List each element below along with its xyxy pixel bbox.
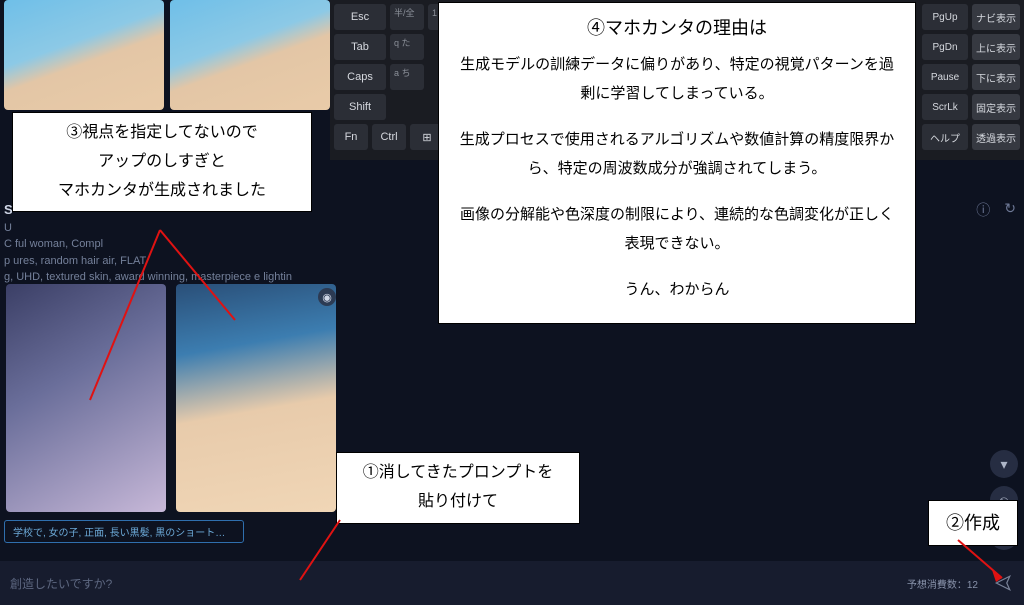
visibility-icon[interactable]: ◉ xyxy=(318,288,336,306)
anno1-line: 貼り付けて xyxy=(349,488,567,517)
prompt-input[interactable]: 創造したいですか? xyxy=(10,575,899,592)
anno3-line: ③視点を指定してないので xyxy=(25,119,299,148)
key-tab[interactable]: Tab xyxy=(334,34,386,60)
send-button[interactable] xyxy=(992,572,1014,594)
key-pgup[interactable]: PgUp xyxy=(922,4,968,30)
annotation-4: ④マホカンタの理由は 生成モデルの訓練データに偏りがあり、特定の視覚パターンを過… xyxy=(438,2,916,324)
key-esc[interactable]: Esc xyxy=(334,4,386,30)
key-ctrl[interactable]: Ctrl xyxy=(372,124,406,150)
key-scrlk[interactable]: ScrLk xyxy=(922,94,968,120)
anno1-line: ①消してきたプロンプトを xyxy=(349,459,567,488)
key-top[interactable]: 上に表示 xyxy=(972,34,1020,60)
result-thumbnail[interactable] xyxy=(176,284,336,512)
key-help[interactable]: ヘルプ xyxy=(922,124,968,150)
key-fix[interactable]: 固定表示 xyxy=(972,94,1020,120)
anno3-line: マホカンタが生成されました xyxy=(25,177,299,206)
key-pgdn[interactable]: PgDn xyxy=(922,34,968,60)
key-hankaku[interactable]: 半/全 xyxy=(390,4,424,30)
reload-icon[interactable]: ↻ xyxy=(1004,200,1016,220)
anno4-title: ④マホカンタの理由は xyxy=(457,11,897,45)
anno4-para: 生成プロセスで使用されるアルゴリズムや数値計算の精度限界から、特定の周波数成分が… xyxy=(457,126,897,183)
anno4-para: うん、わからん xyxy=(457,276,897,305)
key-navi[interactable]: ナビ表示 xyxy=(972,4,1020,30)
result-thumbnail[interactable] xyxy=(6,284,166,512)
cost-label: 予想消費数：12 xyxy=(907,576,978,591)
toolbar-icons: ⓘ ↻ xyxy=(976,200,1016,220)
keyboard-side-column: PgUpナビ表示 PgDn上に表示 Pause下に表示 ScrLk固定表示 ヘル… xyxy=(922,4,1020,150)
key-fn[interactable]: Fn xyxy=(334,124,368,150)
prompt-tag-pill[interactable]: 学校で, 女の子, 正面, 長い黒髪, 黒のショートスカート... xyxy=(4,520,244,543)
annotation-2: ②作成 xyxy=(928,500,1018,546)
result-thumbnail-row xyxy=(0,0,334,110)
anno4-para: 画像の分解能や色深度の制限により、連続的な色調変化が正しく表現できない。 xyxy=(457,201,897,258)
dropdown-toggle-button[interactable]: ▾ xyxy=(990,450,1018,478)
anno2-text: ②作成 xyxy=(946,513,1000,533)
anno3-line: アップのしすぎと xyxy=(25,148,299,177)
key-shift[interactable]: Shift xyxy=(334,94,386,120)
result-thumbnail[interactable] xyxy=(170,0,330,110)
key-q[interactable]: q た xyxy=(390,34,424,60)
key-a[interactable]: a ち xyxy=(390,64,424,90)
prompt-input-bar: 創造したいですか? 予想消費数：12 xyxy=(0,561,1024,605)
key-trans[interactable]: 透過表示 xyxy=(972,124,1020,150)
result-thumbnail[interactable] xyxy=(4,0,164,110)
key-pause[interactable]: Pause xyxy=(922,64,968,90)
key-caps[interactable]: Caps xyxy=(334,64,386,90)
annotation-3: ③視点を指定してないので アップのしすぎと マホカンタが生成されました xyxy=(12,112,312,212)
key-bottom[interactable]: 下に表示 xyxy=(972,64,1020,90)
info-icon[interactable]: ⓘ xyxy=(976,200,990,220)
send-icon xyxy=(994,574,1012,592)
anno4-para: 生成モデルの訓練データに偏りがあり、特定の視覚パターンを過剰に学習してしまってい… xyxy=(457,51,897,108)
annotation-1: ①消してきたプロンプトを 貼り付けて xyxy=(336,452,580,524)
